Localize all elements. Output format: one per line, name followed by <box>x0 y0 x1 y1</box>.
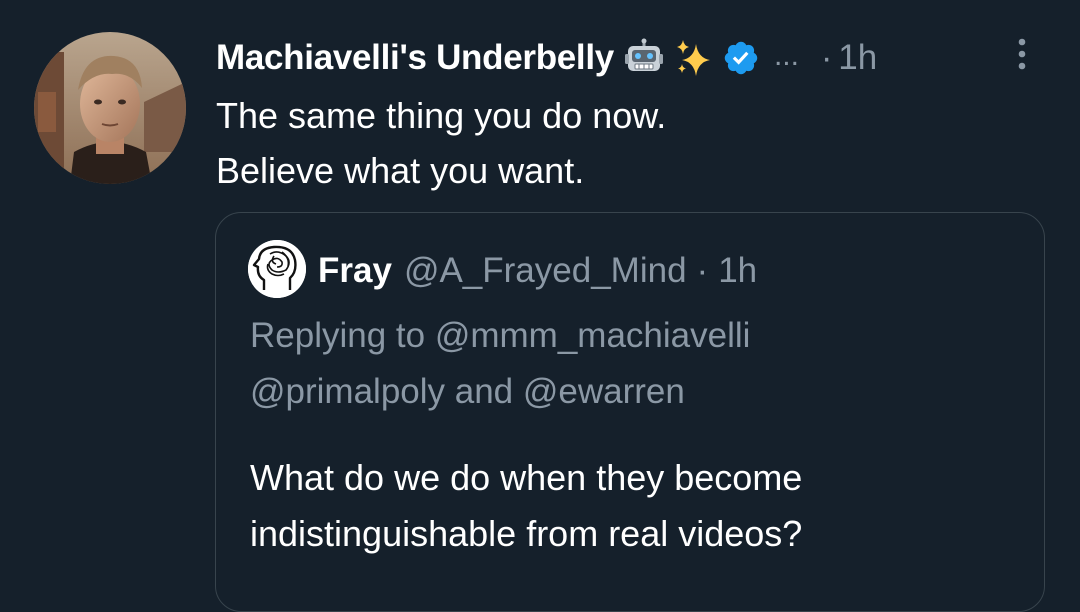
tweet-text-line: The same thing you do now. <box>216 95 667 136</box>
sparkles-emoji <box>674 38 714 78</box>
vertical-ellipsis-icon[interactable] <box>1012 36 1032 72</box>
tweet: Machiavelli's Underbelly ... · 1h The sa… <box>0 0 1080 612</box>
quoted-tweet-text: What do we do when they become indisting… <box>250 450 802 562</box>
quoted-tweet-text-line: What do we do when they become <box>250 457 803 498</box>
tweet-timestamp[interactable]: 1h <box>838 38 877 78</box>
author-avatar[interactable] <box>34 32 186 184</box>
header-separator: · <box>820 38 833 77</box>
quoted-author-display-name[interactable]: Fray <box>318 251 392 291</box>
replying-to: Replying to @mmm_machiavelli @primalpoly… <box>250 308 750 420</box>
author-display-name[interactable]: Machiavelli's Underbelly <box>216 38 614 78</box>
tweet-header: Machiavelli's Underbelly ... · 1h <box>216 34 877 82</box>
quoted-header-separator: · <box>696 251 709 290</box>
robot-face-emoji <box>624 38 664 78</box>
quoted-tweet-text-line: indistinguishable from real videos? <box>250 513 803 554</box>
tweet-text: The same thing you do now. Believe what … <box>216 88 666 198</box>
name-truncation-ellipsis: ... <box>773 39 799 72</box>
tweet-text-line: Believe what you want. <box>216 150 585 191</box>
quoted-author-handle[interactable]: @A_Frayed_Mind <box>404 251 687 291</box>
quoted-tweet-timestamp[interactable]: 1h <box>718 251 757 291</box>
verified-badge-icon[interactable] <box>722 39 760 77</box>
replying-to-line: Replying to @mmm_machiavelli <box>250 316 751 355</box>
quoted-tweet-header: Fray @A_Frayed_Mind · 1h <box>318 246 757 296</box>
quoted-author-avatar[interactable] <box>248 240 306 298</box>
replying-to-line: @primalpoly and @ewarren <box>250 372 685 411</box>
